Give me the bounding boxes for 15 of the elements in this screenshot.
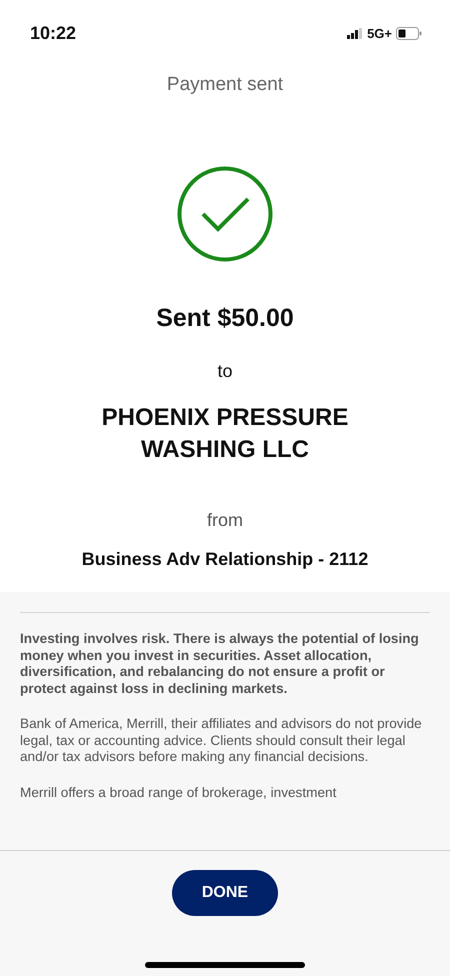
disclosure-text: Merrill offers a broad range of brokerage, investment <box>20 784 338 801</box>
account-name: Business Adv Relationship - 2112 <box>82 549 368 570</box>
checkmark-icon <box>177 166 273 262</box>
disclosure-text: Bank of America, Merrill, their affiliates and advisors do not provide legal, tax or accounting advice. Clients should consult their legal and/or tax advisors before making any financial decisions. <box>20 716 423 766</box>
battery-icon <box>396 26 422 40</box>
from-label: from <box>207 510 243 531</box>
signal-icon <box>347 28 364 38</box>
network-label: 5G+ <box>367 26 392 40</box>
to-label: to <box>217 361 232 382</box>
amount-text: Sent $50.00 <box>156 304 294 333</box>
done-button[interactable]: DONE <box>172 870 278 916</box>
status-time: 10:22 <box>30 22 76 44</box>
recipient-name: PHOENIX PRESSURE WASHING LLC <box>100 403 350 465</box>
disclosure-text: Investing involves risk. There is always the potential of losing money when you invest in securities. Asset allocation, diversification, and rebalancing do not ensure a profit or protect against loss in declining markets. <box>20 631 420 697</box>
page-title: Payment sent <box>166 74 284 96</box>
